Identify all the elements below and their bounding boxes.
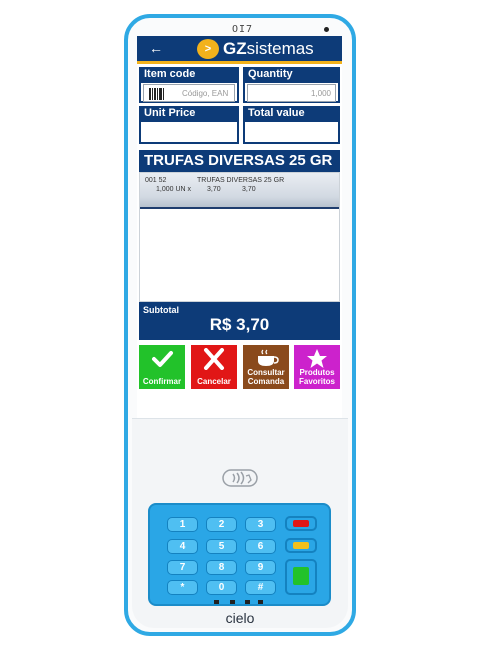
key-6[interactable]: 6 <box>245 539 276 554</box>
item-quantity: 1,000 UN x <box>156 186 192 193</box>
indicator-light <box>258 600 263 604</box>
total-value-field[interactable] <box>243 120 340 144</box>
item-description: TRUFAS DIVERSAS 25 GR <box>197 177 285 184</box>
cancel-label: Cancelar <box>197 377 231 386</box>
quantity-box: 1,000 <box>243 81 340 103</box>
key-8[interactable]: 8 <box>206 560 237 575</box>
key-3[interactable]: 3 <box>245 517 276 532</box>
item-code: 001 52 <box>145 177 167 184</box>
key-star[interactable]: * <box>167 580 198 595</box>
pin-keypad: 1 2 3 4 5 6 7 8 9 * 0 # <box>148 503 331 606</box>
consult-order-label: Consultar Comanda <box>247 368 285 386</box>
key-4[interactable]: 4 <box>167 539 198 554</box>
item-code-label: Item code <box>139 67 239 81</box>
logo-rest-text: sistemas <box>246 39 314 58</box>
logo-bold-text: GZ <box>223 39 247 58</box>
item-total: 3,70 <box>242 186 256 193</box>
consult-order-button[interactable]: Consultar Comanda <box>243 345 289 389</box>
checkmark-icon <box>152 351 173 367</box>
key-2[interactable]: 2 <box>206 517 237 532</box>
total-value-label: Total value <box>243 106 340 120</box>
confirm-button[interactable]: Confirmar <box>139 345 185 389</box>
gz-logo-icon: > <box>197 39 219 59</box>
brand-logo: GZsistemas <box>223 39 314 59</box>
key-hash[interactable]: # <box>245 580 276 595</box>
clear-arrow-icon <box>293 542 309 549</box>
quantity-label: Quantity <box>243 67 340 81</box>
product-title: TRUFAS DIVERSAS 25 GR <box>139 150 340 172</box>
front-camera <box>324 27 329 32</box>
unit-price-field[interactable] <box>139 120 239 144</box>
cancel-x-icon <box>293 520 309 527</box>
key-1[interactable]: 1 <box>167 517 198 532</box>
keypad-enter-key[interactable] <box>285 559 317 595</box>
quantity-input[interactable]: 1,000 <box>247 84 336 102</box>
unit-price-label: Unit Price <box>139 106 239 120</box>
key-9[interactable]: 9 <box>245 560 276 575</box>
keypad-cancel-key[interactable] <box>285 516 317 531</box>
subtotal-value: R$ 3,70 <box>209 315 270 334</box>
list-item[interactable]: 001 52 TRUFAS DIVERSAS 25 GR 1,000 UN x … <box>140 173 339 209</box>
favorite-products-button[interactable]: Produtos Favoritos <box>294 345 340 389</box>
items-list[interactable]: 001 52 TRUFAS DIVERSAS 25 GR 1,000 UN x … <box>139 172 340 302</box>
back-arrow-icon[interactable]: ← <box>149 41 163 55</box>
coffee-cup-icon <box>258 349 279 366</box>
key-7[interactable]: 7 <box>167 560 198 575</box>
subtotal-panel: Subtotal R$ 3,70 <box>139 302 340 340</box>
item-unit-price: 3,70 <box>207 186 221 193</box>
confirm-label: Confirmar <box>142 377 182 386</box>
item-code-placeholder: Código, EAN <box>182 89 229 98</box>
item-code-box: Código, EAN <box>139 81 239 103</box>
enter-arrow-icon <box>293 567 309 585</box>
key-5[interactable]: 5 <box>206 539 237 554</box>
app-header: ← > GZsistemas <box>137 36 342 64</box>
indicator-light <box>230 600 235 604</box>
indicator-light <box>214 600 219 604</box>
contactless-icon <box>222 466 258 490</box>
app-screen: ← > GZsistemas Item code Código, EAN Qua… <box>137 36 342 418</box>
cancel-button[interactable]: Cancelar <box>191 345 237 389</box>
favorite-products-label: Produtos Favoritos <box>298 368 335 386</box>
subtotal-label: Subtotal <box>143 305 179 315</box>
cielo-brand-logo: cielo <box>225 610 255 626</box>
item-code-input[interactable]: Código, EAN <box>143 84 235 102</box>
indicator-light <box>245 600 250 604</box>
keypad-clear-key[interactable] <box>285 538 317 553</box>
barcode-icon[interactable] <box>149 88 165 100</box>
star-icon <box>307 349 327 368</box>
speaker-grille: OI7 <box>232 24 254 35</box>
key-0[interactable]: 0 <box>206 580 237 595</box>
x-icon <box>204 348 224 370</box>
